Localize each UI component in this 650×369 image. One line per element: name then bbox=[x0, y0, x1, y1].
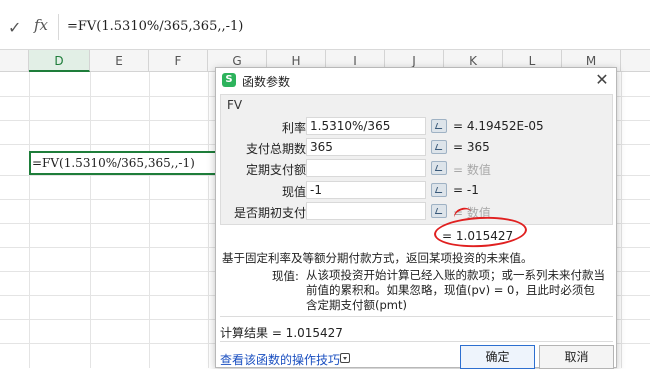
divider bbox=[220, 341, 613, 342]
param-result-rate: = 4.19452E-05 bbox=[453, 119, 544, 133]
help-link[interactable]: 查看该函数的操作技巧 bbox=[220, 351, 340, 368]
collapse-ref-icon[interactable] bbox=[431, 204, 447, 218]
fx-button[interactable]: fx bbox=[34, 16, 48, 34]
param-input-rate[interactable]: 1.5310%/365 bbox=[306, 117, 426, 135]
param-desc-label: 现值: bbox=[272, 269, 299, 283]
dropdown-icon[interactable] bbox=[340, 353, 350, 363]
calc-result: 计算结果 = 1.015427 bbox=[220, 326, 343, 340]
column-header-e[interactable]: E bbox=[90, 50, 149, 72]
column-header-f[interactable]: F bbox=[149, 50, 208, 72]
check-icon[interactable]: ✓ bbox=[8, 18, 21, 37]
collapse-ref-icon[interactable] bbox=[431, 119, 447, 133]
app-logo-icon: S bbox=[222, 73, 236, 87]
formula-input[interactable]: =FV(1.5310%/365,365,,-1) bbox=[58, 14, 650, 40]
param-label-pv: 现值 bbox=[281, 185, 306, 199]
param-label-nper: 支付总期数 bbox=[245, 142, 306, 156]
param-input-type[interactable] bbox=[306, 202, 426, 220]
ok-button[interactable]: 确定 bbox=[460, 345, 535, 369]
collapse-ref-icon[interactable] bbox=[431, 161, 447, 175]
arguments-group: FV 利率 1.5310%/365 = 4.19452E-05 支付总期数 36… bbox=[220, 94, 613, 225]
param-label-type: 是否期初支付 bbox=[233, 206, 306, 220]
param-input-nper[interactable]: 365 bbox=[306, 138, 426, 156]
divider bbox=[220, 316, 613, 317]
param-input-pmt[interactable] bbox=[306, 159, 426, 177]
param-result-nper: = 365 bbox=[453, 140, 490, 154]
cancel-button[interactable]: 取消 bbox=[539, 345, 614, 369]
function-description: 基于固定利率及等额分期付款方式，返回某项投资的未来值。 bbox=[222, 251, 533, 265]
param-description: 从该项投资开始计算已经入账的款项；或一系列未来付款当前值的累积和。如果忽略，现值… bbox=[306, 268, 605, 312]
close-icon[interactable]: ✕ bbox=[592, 70, 612, 90]
column-header-d[interactable]: D bbox=[29, 50, 90, 72]
param-result-pv: = -1 bbox=[453, 183, 479, 197]
function-name: FV bbox=[227, 98, 243, 112]
function-arguments-dialog: S 函数参数 ✕ FV 利率 1.5310%/365 = 4.19452E-05… bbox=[215, 67, 617, 369]
collapse-ref-icon[interactable] bbox=[431, 183, 447, 197]
dialog-titlebar[interactable]: S 函数参数 ✕ bbox=[216, 68, 616, 92]
corner-cell bbox=[0, 50, 29, 72]
param-input-pv[interactable]: -1 bbox=[306, 181, 426, 199]
dialog-title: 函数参数 bbox=[242, 75, 291, 89]
collapse-ref-icon[interactable] bbox=[431, 140, 447, 154]
active-cell-d[interactable]: =FV(1.5310%/365,365,,-1) bbox=[29, 151, 219, 175]
param-label-pmt: 定期支付额 bbox=[245, 163, 306, 177]
formula-bar: ✓ fx =FV(1.5310%/365,365,,-1) bbox=[0, 0, 650, 50]
param-label-rate: 利率 bbox=[281, 121, 306, 135]
param-result-pmt: = 数值 bbox=[453, 163, 491, 177]
